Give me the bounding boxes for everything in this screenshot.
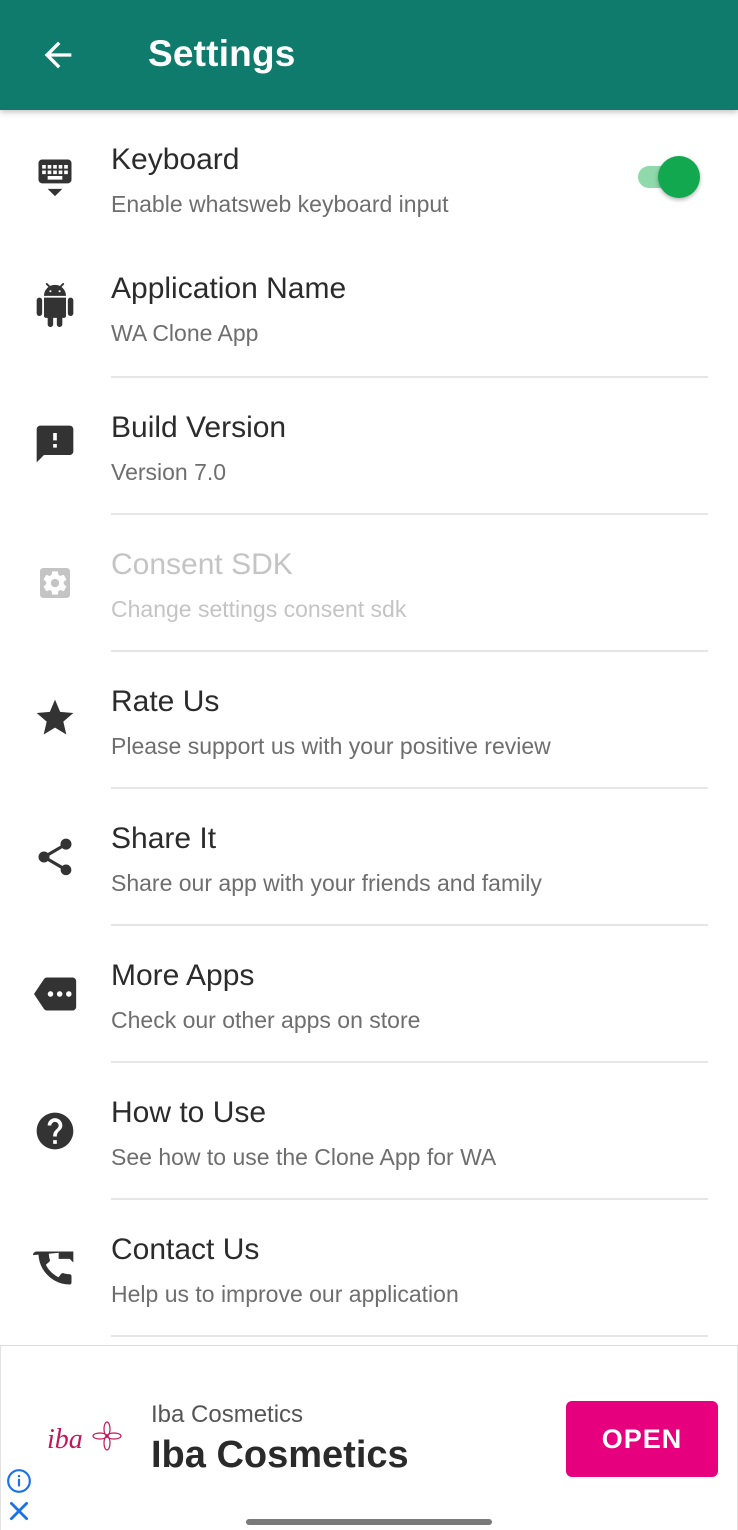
setting-subtitle: WA Clone App <box>111 320 259 346</box>
more-apps-icon <box>30 972 82 1016</box>
toggle-knob <box>658 156 700 198</box>
advertiser-name-small: Iba Cosmetics <box>151 1401 304 1428</box>
setting-title: How to Use <box>111 1096 267 1129</box>
ad-info-icon[interactable] <box>6 1468 32 1494</box>
android-icon <box>33 283 77 327</box>
setting-subtitle: Enable whatsweb keyboard input <box>111 191 449 217</box>
svg-text:iba: iba <box>47 1424 83 1455</box>
setting-title: Contact Us <box>111 1233 260 1266</box>
setting-subtitle: Check our other apps on store <box>111 1007 421 1033</box>
divider <box>111 1335 708 1337</box>
ad-close-icon[interactable] <box>6 1498 32 1524</box>
setting-item-how-to-use[interactable]: How to Use See how to use the Clone App … <box>0 1063 738 1200</box>
setting-item-rate-us[interactable]: Rate Us Please support us with your posi… <box>0 652 738 789</box>
setting-subtitle: See how to use the Clone App for WA <box>111 1144 497 1170</box>
setting-item-application-name[interactable]: Application Name WA Clone App <box>0 239 738 378</box>
setting-item-contact-us[interactable]: Contact Us Help us to improve our applic… <box>0 1200 738 1337</box>
help-icon <box>33 1109 77 1153</box>
page-title: Settings <box>148 33 296 74</box>
share-icon <box>33 835 77 879</box>
setting-subtitle: Version 7.0 <box>111 459 227 485</box>
star-icon <box>33 696 77 740</box>
setting-item-more-apps[interactable]: More Apps Check our other apps on store <box>0 926 738 1063</box>
setting-title: More Apps <box>111 959 255 992</box>
arrow-back-icon <box>44 41 72 69</box>
keyboard-icon <box>33 154 77 198</box>
setting-subtitle: Share our app with your friends and fami… <box>111 870 542 896</box>
setting-subtitle: Change settings consent sdk <box>111 596 407 622</box>
gear-icon <box>33 561 77 605</box>
advertiser-logo: iba <box>45 1416 129 1460</box>
setting-title: Application Name <box>111 272 347 305</box>
setting-item-share-it[interactable]: Share It Share our app with your friends… <box>0 789 738 926</box>
setting-item-build-version[interactable]: Build Version Version 7.0 <box>0 378 738 515</box>
setting-title: Build Version <box>111 411 287 444</box>
contact-phone-icon <box>33 1246 77 1290</box>
setting-title: Consent SDK <box>111 548 293 581</box>
setting-title: Keyboard <box>111 143 240 176</box>
setting-subtitle: Help us to improve our application <box>111 1281 459 1307</box>
feedback-icon <box>33 422 77 466</box>
back-button[interactable] <box>28 25 88 85</box>
keyboard-toggle[interactable] <box>636 154 704 198</box>
ad-banner[interactable]: iba Iba Cosmetics Iba Cosmetics OPEN <box>0 1345 738 1530</box>
setting-subtitle: Please support us with your positive rev… <box>111 733 551 759</box>
advertiser-name: Iba Cosmetics <box>151 1434 409 1476</box>
setting-item-consent-sdk: Consent SDK Change settings consent sdk <box>0 515 738 652</box>
setting-title: Share It <box>111 822 217 855</box>
app-bar: Settings <box>0 0 738 110</box>
setting-item-keyboard[interactable]: Keyboard Enable whatsweb keyboard input <box>0 110 738 247</box>
setting-title: Rate Us <box>111 685 220 718</box>
home-indicator[interactable] <box>246 1519 492 1525</box>
ad-open-button[interactable]: OPEN <box>566 1401 718 1477</box>
